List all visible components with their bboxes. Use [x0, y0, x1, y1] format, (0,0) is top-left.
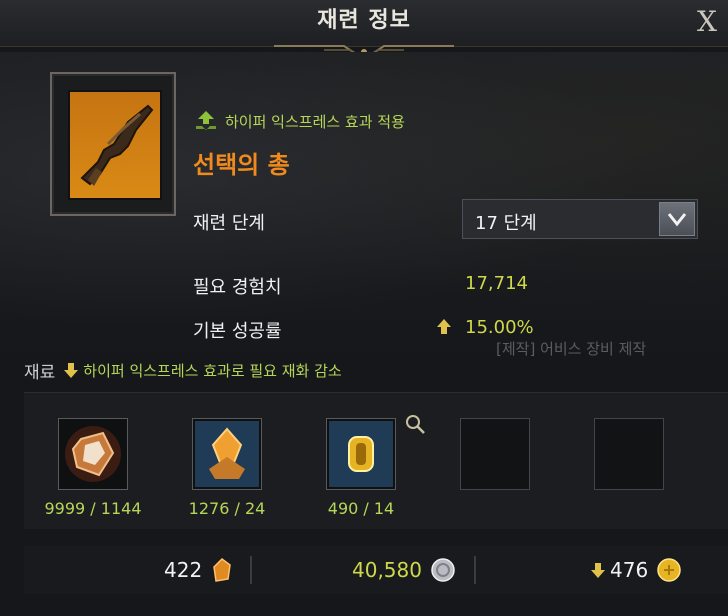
gold-cost-value: 476 — [610, 558, 649, 582]
amber-crystal-icon — [195, 421, 259, 487]
material-count-3: 490 / 14 — [327, 499, 395, 518]
materials-header: 재료 하이퍼 익스프레스 효과로 필요 재화 감소 — [24, 358, 342, 383]
shard-icon — [213, 558, 231, 582]
background-craft-text: [제작] 어비스 장비 제작 — [496, 340, 647, 358]
materials-note: 하이퍼 익스프레스 효과로 필요 재화 감소 — [83, 361, 342, 380]
material-slot-2[interactable] — [192, 418, 262, 490]
window-title: 재련 정보 — [317, 8, 411, 33]
item-name: 선택의 총 — [193, 151, 290, 179]
shard-cost: 422 — [164, 557, 234, 583]
material-slot-5 — [594, 418, 664, 490]
material-slot-1[interactable] — [58, 418, 128, 490]
down-arrow-icon — [591, 563, 605, 578]
gold-gem-icon — [329, 421, 393, 487]
stage-label: 재련 단계 — [193, 213, 265, 234]
material-count-1: 9999 / 1144 — [44, 499, 142, 518]
material-slot-3[interactable] — [326, 418, 396, 490]
hyper-express-icon — [196, 111, 216, 130]
rate-value: 15.00% — [465, 317, 534, 338]
shard-cost-value: 422 — [164, 558, 203, 582]
stage-value: 17 단계 — [475, 213, 537, 234]
cost-divider-2 — [474, 556, 476, 584]
silver-coin-icon — [431, 558, 455, 582]
item-frame — [50, 72, 176, 216]
up-arrow-icon — [437, 319, 451, 334]
buff-text: 하이퍼 익스프레스 효과 적용 — [225, 112, 405, 131]
exp-value: 17,714 — [465, 273, 528, 294]
close-button[interactable]: X — [692, 4, 722, 40]
gold-cost: 476 — [590, 557, 682, 583]
silver-cost: 40,580 — [352, 557, 456, 583]
material-count-2: 1276 / 24 — [188, 499, 266, 518]
exp-label: 필요 경험치 — [193, 277, 282, 298]
down-arrow-icon — [64, 363, 79, 378]
stage-dropdown[interactable]: 17 단계 — [462, 199, 698, 239]
rate-label: 기본 성공률 — [193, 321, 282, 342]
buff-line: 하이퍼 익스프레스 효과 적용 — [193, 110, 405, 132]
chevron-down-icon[interactable] — [659, 202, 695, 236]
materials-title: 재료 — [24, 362, 56, 383]
gold-coin-icon — [657, 558, 681, 582]
materials-panel: 9999 / 1144 1276 / 24 490 / 14 — [24, 392, 728, 529]
search-icon[interactable] — [404, 413, 426, 435]
gun-icon — [68, 90, 162, 200]
cost-divider-1 — [250, 556, 252, 584]
crystal-stone-icon — [65, 426, 121, 482]
silver-cost-value: 40,580 — [352, 558, 422, 582]
cost-bar: 422 40,580 476 — [24, 546, 728, 594]
material-slot-4 — [460, 418, 530, 490]
